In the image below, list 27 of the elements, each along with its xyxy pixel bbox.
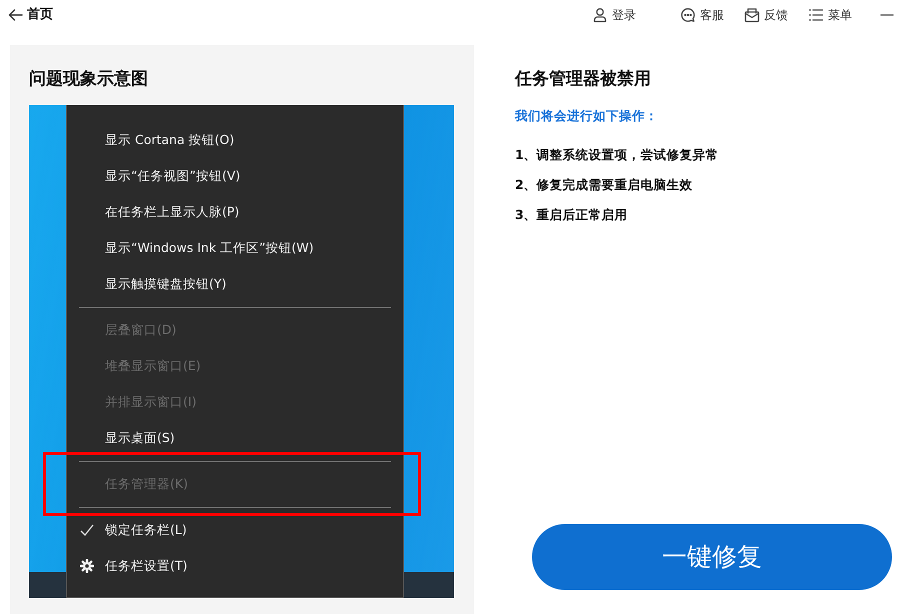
back-button[interactable]: 首页 — [8, 5, 53, 25]
menu-item[interactable]: 显示触摸键盘按钮(Y) — [67, 266, 391, 302]
menu-item[interactable]: 显示 Cortana 按钮(O) — [67, 122, 391, 158]
menu-item[interactable]: 任务栏设置(T) — [67, 548, 391, 584]
menu-item[interactable]: 显示“Windows Ink 工作区”按钮(W) — [67, 230, 391, 266]
menu-item[interactable]: 在任务栏上显示人脉(P) — [67, 194, 391, 230]
menu-icon — [808, 7, 824, 23]
step-text: 2、修复完成需要重启电脑生效 — [514, 176, 694, 194]
minimize-icon — [880, 14, 894, 16]
menu-item[interactable]: 锁定任务栏(L) — [67, 512, 391, 548]
menu-button[interactable]: 菜单 — [808, 6, 852, 24]
panel-title: 问题现象示意图 — [29, 68, 149, 91]
feedback-button[interactable]: 反馈 — [744, 6, 788, 24]
user-icon — [592, 7, 608, 23]
actions-heading: 我们将会进行如下操作： — [514, 107, 659, 125]
menu-item[interactable]: 显示“任务视图”按钮(V) — [67, 158, 391, 194]
user-button[interactable]: 登录 — [592, 6, 636, 24]
chat-bubble-icon — [680, 7, 696, 23]
menu-item[interactable]: 显示桌面(S) — [67, 420, 391, 456]
gear-icon — [80, 559, 94, 573]
step-text: 1、调整系统设置项，尝试修复异常 — [514, 146, 720, 164]
one-click-fix-button[interactable]: 一键修复 — [532, 524, 892, 590]
step-text: 3、重启后正常启用 — [514, 206, 629, 224]
back-arrow-icon — [8, 9, 23, 21]
chat-button[interactable]: 客服 — [680, 6, 724, 24]
envelope-icon — [744, 7, 760, 23]
issue-title: 任务管理器被禁用 — [514, 68, 652, 91]
